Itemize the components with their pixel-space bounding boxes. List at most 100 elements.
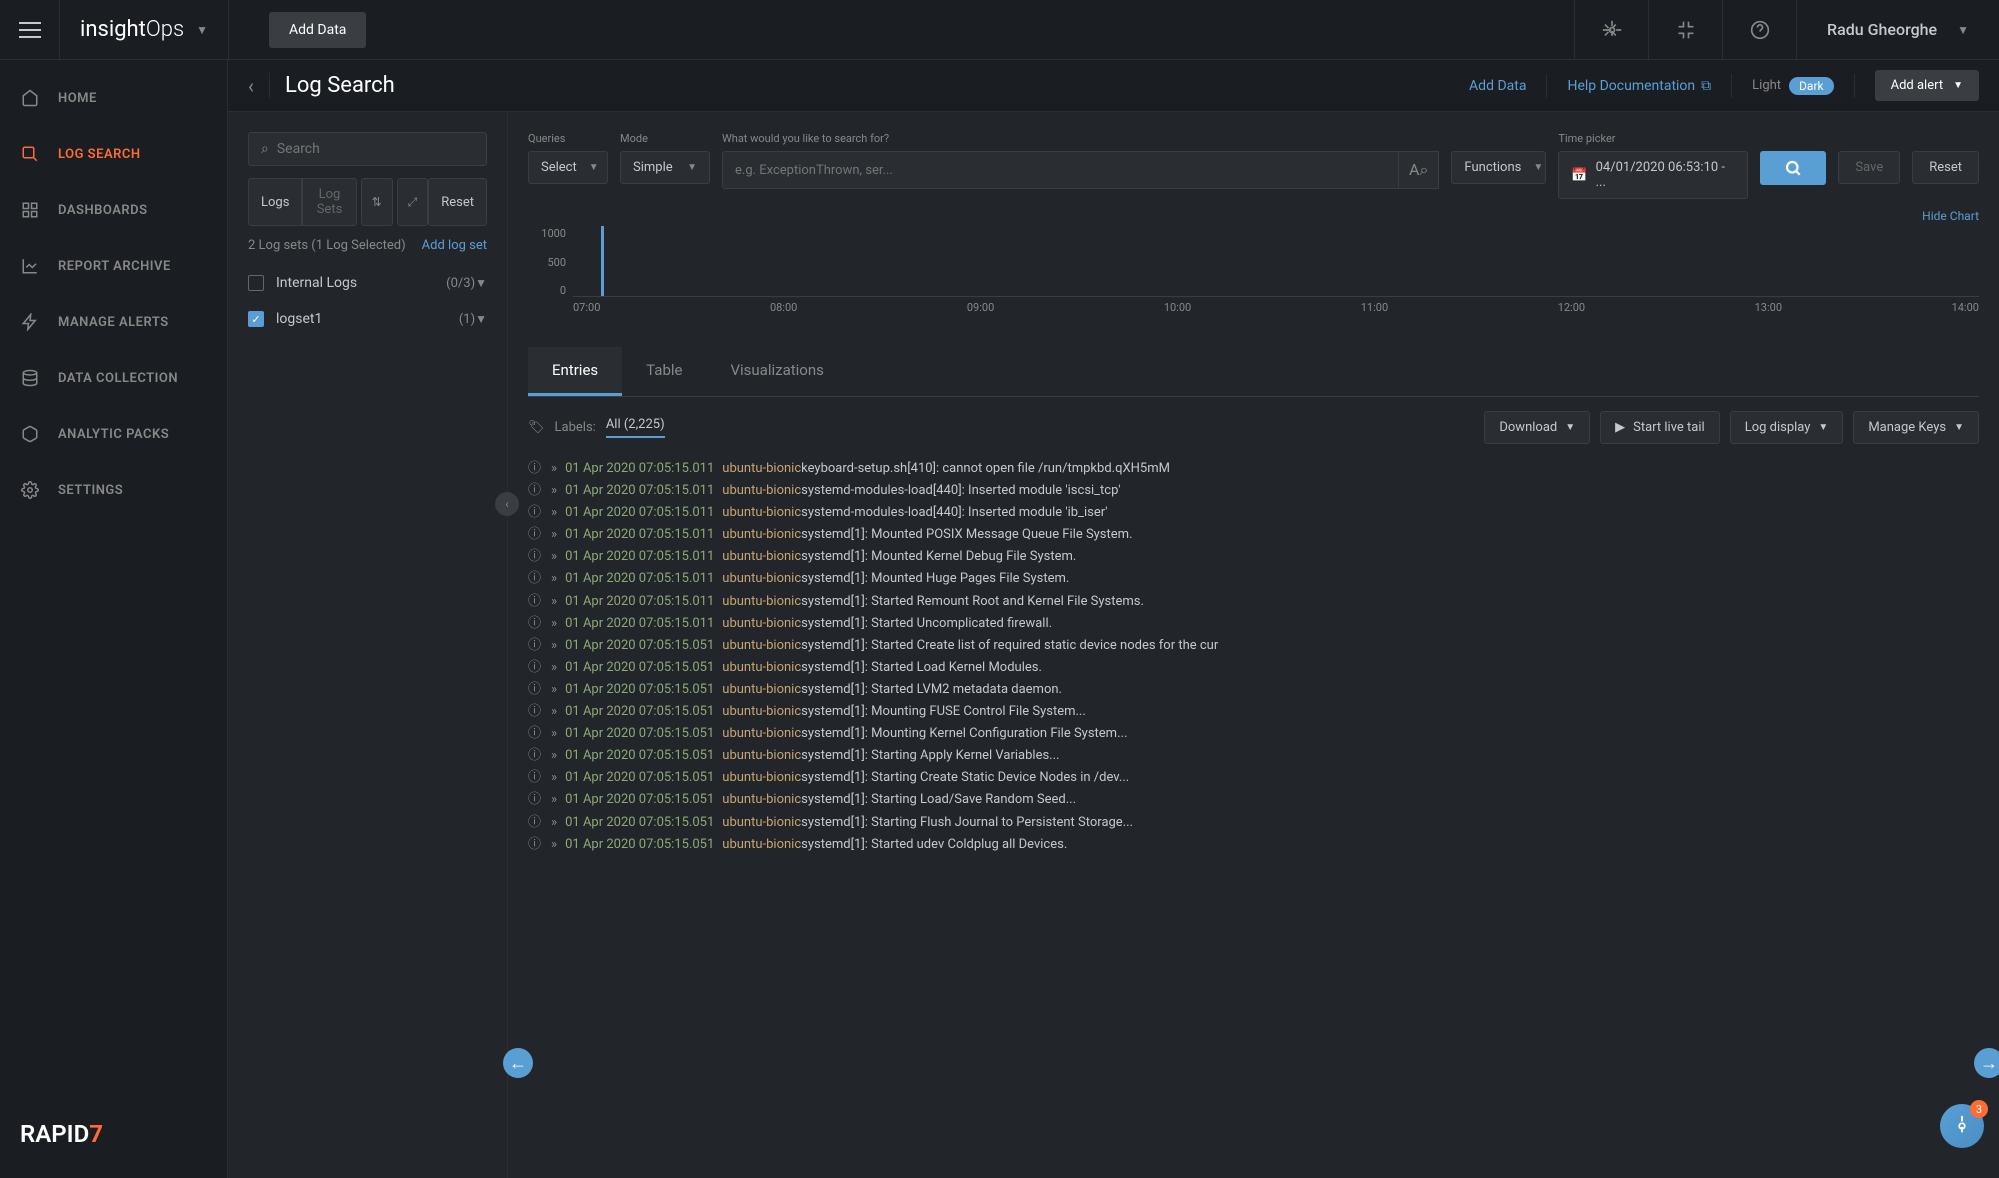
log-entry[interactable]: ⓘ»01 Apr 2020 07:05:15.051 ubuntu-bionic…	[528, 657, 1979, 679]
help-icon[interactable]	[1722, 0, 1796, 60]
info-icon[interactable]: ⓘ	[528, 834, 541, 856]
log-host: ubuntu-bionic	[722, 524, 801, 546]
log-entry[interactable]: ⓘ»01 Apr 2020 07:05:15.011 ubuntu-bionic…	[528, 524, 1979, 546]
reset-logs-button[interactable]: Reset	[428, 178, 487, 226]
info-icon[interactable]: ⓘ	[528, 789, 541, 811]
functions-dropdown[interactable]: Functions▼	[1451, 151, 1546, 184]
query-input[interactable]	[722, 151, 1399, 189]
info-icon[interactable]: ⓘ	[528, 591, 541, 613]
help-link[interactable]: Help Documentation ⧉	[1567, 78, 1711, 94]
back-button[interactable]: ‹	[248, 74, 254, 98]
brand-dropdown[interactable]: insightOps ▼	[60, 0, 229, 60]
checkbox[interactable]	[248, 275, 264, 291]
log-prefix: »	[551, 745, 557, 767]
time-picker[interactable]: 📅 04/01/2020 06:53:10 - ...	[1558, 151, 1748, 199]
prev-page-button[interactable]: ←	[503, 1048, 533, 1078]
hide-chart-link[interactable]: Hide Chart	[528, 209, 1979, 223]
log-display-button[interactable]: Log display▼	[1730, 411, 1844, 444]
info-icon[interactable]: ⓘ	[528, 568, 541, 590]
info-icon[interactable]: ⓘ	[528, 701, 541, 723]
add-alert-button[interactable]: Add alert ▼	[1875, 70, 1979, 101]
queries-label: Queries	[528, 132, 608, 145]
info-icon[interactable]: ⓘ	[528, 767, 541, 789]
add-data-link[interactable]: Add Data	[1469, 78, 1526, 94]
info-icon[interactable]: ⓘ	[528, 458, 541, 480]
info-icon[interactable]: ⓘ	[528, 679, 541, 701]
log-host: ubuntu-bionic	[722, 657, 801, 679]
nav-report-archive[interactable]: REPORT ARCHIVE	[0, 238, 227, 294]
tab-visualizations[interactable]: Visualizations	[706, 347, 847, 396]
search-button[interactable]	[1760, 151, 1826, 185]
log-entry[interactable]: ⓘ»01 Apr 2020 07:05:15.051 ubuntu-bionic…	[528, 723, 1979, 745]
download-button[interactable]: Download▼	[1484, 411, 1590, 444]
add-data-button[interactable]: Add Data	[269, 12, 366, 48]
nav-dashboards[interactable]: DASHBOARDS	[0, 182, 227, 238]
nav-data-collection[interactable]: DATA COLLECTION	[0, 350, 227, 406]
regex-toggle[interactable]: A⌕	[1399, 151, 1439, 189]
sort-button[interactable]: ⇅	[361, 178, 393, 226]
log-entry[interactable]: ⓘ»01 Apr 2020 07:05:15.051 ubuntu-bionic…	[528, 834, 1979, 856]
info-icon[interactable]: ⓘ	[528, 524, 541, 546]
log-prefix: »	[551, 701, 557, 723]
info-icon[interactable]: ⓘ	[528, 502, 541, 524]
log-entry[interactable]: ⓘ»01 Apr 2020 07:05:15.011 ubuntu-bionic…	[528, 546, 1979, 568]
expand-button[interactable]: ⤢	[397, 178, 429, 226]
tab-entries[interactable]: Entries	[528, 347, 622, 396]
info-icon[interactable]: ⓘ	[528, 613, 541, 635]
user-menu[interactable]: Radu Gheorghe ▼	[1796, 0, 1999, 60]
log-entry[interactable]: ⓘ»01 Apr 2020 07:05:15.011 ubuntu-bionic…	[528, 591, 1979, 613]
nav-log-search[interactable]: LOG SEARCH	[0, 126, 227, 182]
notifications-button[interactable]: 3	[1940, 1104, 1984, 1148]
log-search-input[interactable]	[277, 141, 474, 157]
mode-dropdown[interactable]: Simple▼	[620, 151, 710, 184]
tab-table[interactable]: Table	[622, 347, 706, 396]
queries-dropdown[interactable]: Select▼	[528, 151, 608, 184]
nav-home[interactable]: HOME	[0, 70, 227, 126]
settings-icon[interactable]	[1574, 0, 1648, 60]
log-entry[interactable]: ⓘ»01 Apr 2020 07:05:15.011 ubuntu-bionic…	[528, 480, 1979, 502]
log-entry[interactable]: ⓘ»01 Apr 2020 07:05:15.011 ubuntu-bionic…	[528, 502, 1979, 524]
log-search-box[interactable]: ⌕	[248, 132, 487, 166]
info-icon[interactable]: ⓘ	[528, 546, 541, 568]
log-entry[interactable]: ⓘ»01 Apr 2020 07:05:15.011 ubuntu-bionic…	[528, 568, 1979, 590]
tab-logs[interactable]: Logs	[248, 178, 302, 226]
labels-all[interactable]: All (2,225)	[606, 417, 665, 438]
log-message: systemd[1]: Started LVM2 metadata daemon…	[801, 679, 1062, 701]
info-icon[interactable]: ⓘ	[528, 480, 541, 502]
log-entry[interactable]: ⓘ»01 Apr 2020 07:05:15.051 ubuntu-bionic…	[528, 701, 1979, 723]
log-group[interactable]: ✓logset1(1)▼	[248, 301, 487, 337]
next-page-button[interactable]: →	[1974, 1048, 1999, 1078]
theme-toggle[interactable]: Light Dark	[1752, 77, 1833, 95]
log-entry[interactable]: ⓘ»01 Apr 2020 07:05:15.051 ubuntu-bionic…	[528, 745, 1979, 767]
checkbox[interactable]: ✓	[248, 311, 264, 327]
log-entry[interactable]: ⓘ»01 Apr 2020 07:05:15.051 ubuntu-bionic…	[528, 789, 1979, 811]
info-icon[interactable]: ⓘ	[528, 635, 541, 657]
add-log-set-link[interactable]: Add log set	[422, 238, 487, 253]
info-icon[interactable]: ⓘ	[528, 723, 541, 745]
info-icon[interactable]: ⓘ	[528, 812, 541, 834]
log-group[interactable]: Internal Logs(0/3)▼	[248, 265, 487, 301]
reset-query-button[interactable]: Reset	[1912, 151, 1979, 184]
nav-analytic-packs[interactable]: ANALYTIC PACKS	[0, 406, 227, 462]
tab-log-sets[interactable]: Log Sets	[302, 178, 356, 226]
live-tail-button[interactable]: ▶Start live tail	[1600, 411, 1720, 444]
nav-label: DASHBOARDS	[58, 203, 148, 218]
manage-keys-button[interactable]: Manage Keys▼	[1853, 411, 1979, 444]
collapse-panel-button[interactable]: ‹	[495, 492, 519, 516]
save-button[interactable]: Save	[1838, 151, 1900, 184]
log-entry[interactable]: ⓘ»01 Apr 2020 07:05:15.051 ubuntu-bionic…	[528, 767, 1979, 789]
log-entry[interactable]: ⓘ»01 Apr 2020 07:05:15.011 ubuntu-bionic…	[528, 613, 1979, 635]
log-entry[interactable]: ⓘ»01 Apr 2020 07:05:15.051 ubuntu-bionic…	[528, 812, 1979, 834]
log-message: systemd[1]: Started udev Coldplug all De…	[801, 834, 1067, 856]
hamburger-menu[interactable]	[0, 0, 60, 60]
info-icon[interactable]: ⓘ	[528, 745, 541, 767]
info-icon[interactable]: ⓘ	[528, 657, 541, 679]
log-message: systemd[1]: Starting Flush Journal to Pe…	[801, 812, 1133, 834]
plugin-icon[interactable]	[1648, 0, 1722, 60]
log-entry[interactable]: ⓘ»01 Apr 2020 07:05:15.051 ubuntu-bionic…	[528, 679, 1979, 701]
nav-settings[interactable]: SETTINGS	[0, 462, 227, 518]
log-entry[interactable]: ⓘ»01 Apr 2020 07:05:15.051 ubuntu-bionic…	[528, 635, 1979, 657]
nav-manage-alerts[interactable]: MANAGE ALERTS	[0, 294, 227, 350]
search-icon	[1784, 159, 1802, 177]
log-entry[interactable]: ⓘ»01 Apr 2020 07:05:15.011 ubuntu-bionic…	[528, 458, 1979, 480]
